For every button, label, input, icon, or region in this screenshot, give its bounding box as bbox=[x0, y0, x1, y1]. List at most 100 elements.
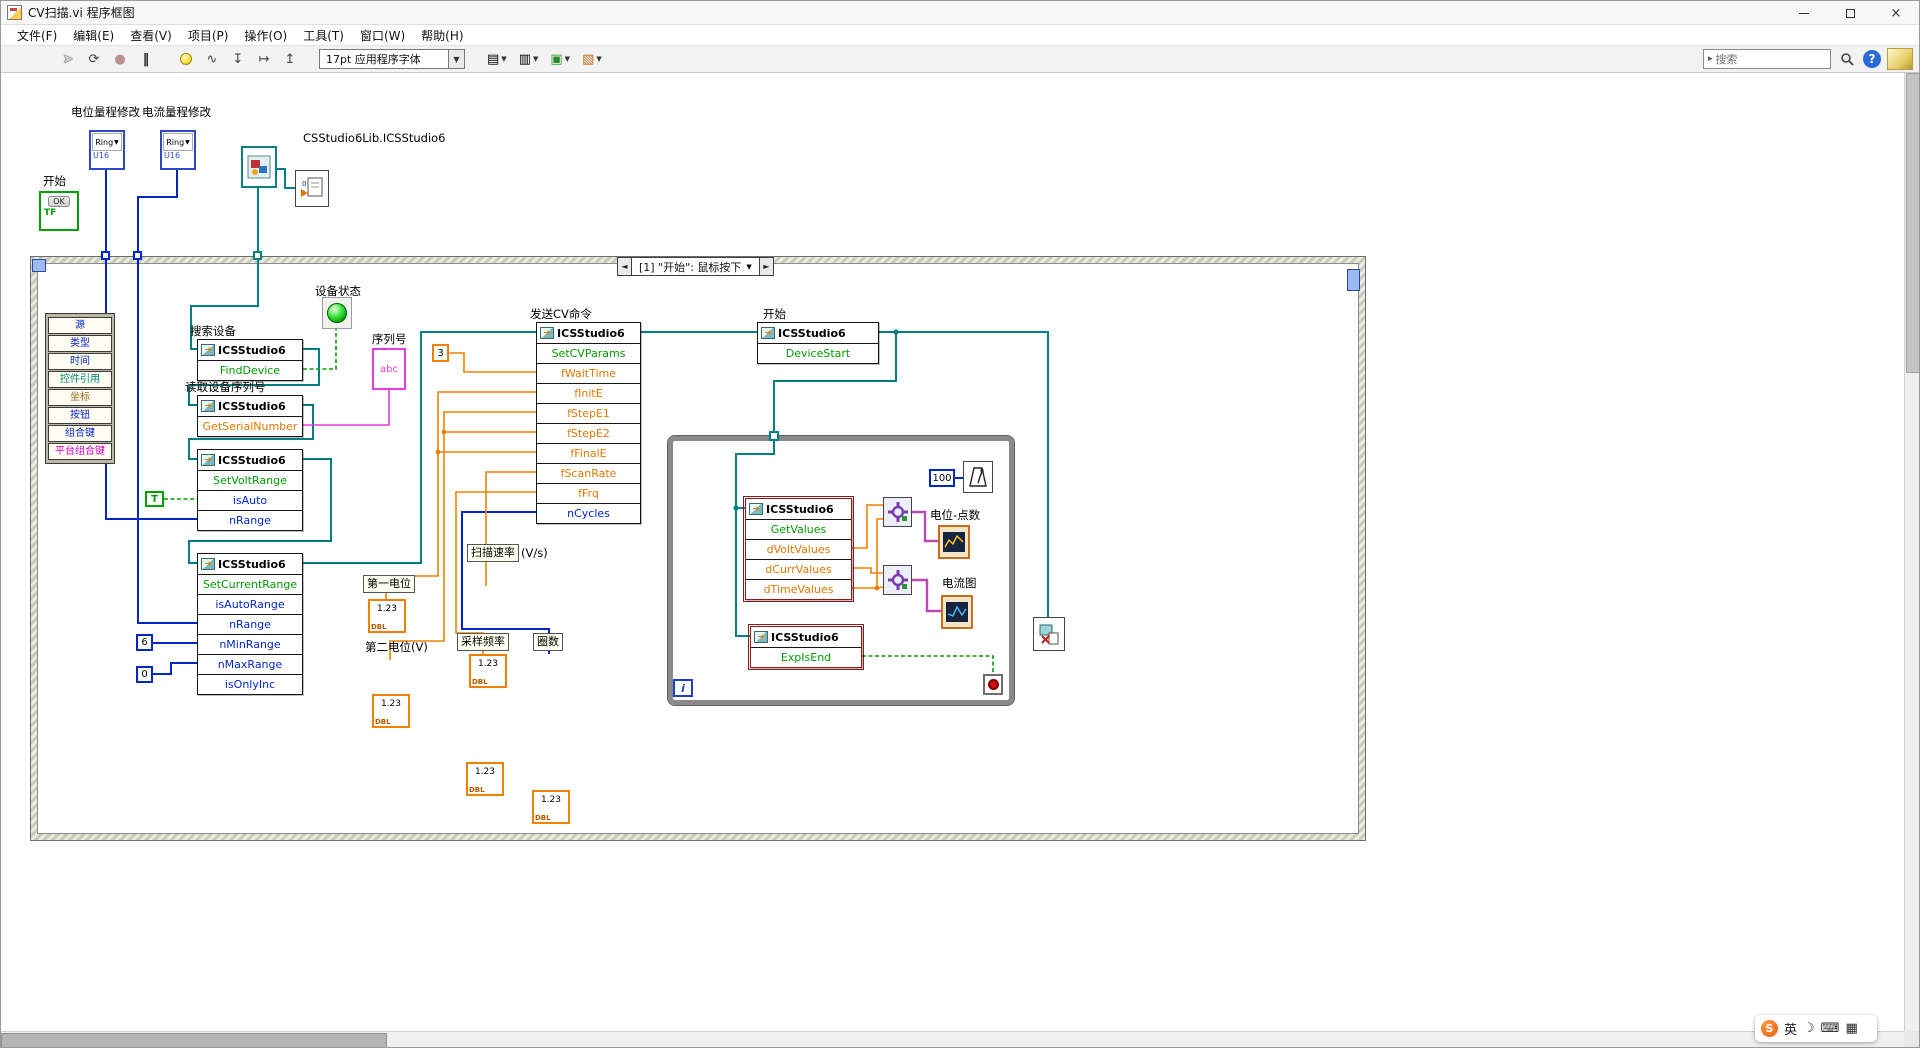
pot-range-ring-terminal[interactable]: Ring▼ U16 bbox=[89, 130, 125, 170]
ime-mode-indicator[interactable]: 英 bbox=[1784, 1019, 1797, 1038]
menu-view[interactable]: 查看(V) bbox=[122, 25, 180, 46]
sogou-logo-icon[interactable]: S bbox=[1761, 1020, 1778, 1037]
case-dropdown-icon[interactable]: ▼ bbox=[746, 263, 751, 271]
loop-iteration-terminal: i bbox=[673, 679, 693, 697]
maximize-button[interactable] bbox=[1827, 1, 1873, 25]
serial-string-indicator[interactable]: abc bbox=[372, 348, 406, 390]
constant-100[interactable]: 100 bbox=[929, 469, 955, 487]
icsstudio6-class-icon bbox=[540, 327, 554, 339]
vertical-scrollbar-thumb[interactable] bbox=[1906, 73, 1920, 373]
moon-icon[interactable]: ☽ bbox=[1803, 1021, 1815, 1036]
tunnel bbox=[101, 251, 110, 260]
chevron-down-icon: ▼ bbox=[533, 55, 538, 63]
menu-file[interactable]: 文件(F) bbox=[9, 25, 65, 46]
menu-operate[interactable]: 操作(O) bbox=[236, 25, 295, 46]
icsstudio6-refnum-terminal[interactable] bbox=[241, 146, 277, 188]
event-case-selector[interactable]: ◄ [1] "开始": 鼠标按下▼ ► bbox=[617, 257, 774, 276]
next-case-arrow[interactable]: ► bbox=[759, 257, 774, 276]
invoke-node-row: nRange bbox=[198, 614, 302, 634]
help-button[interactable]: ? bbox=[1863, 50, 1881, 68]
class-name: ICSStudio6 bbox=[218, 558, 286, 571]
invoke-node-find-device[interactable]: ICSStudio6 FindDevice bbox=[197, 339, 303, 381]
run-button[interactable]: ➤ bbox=[57, 48, 79, 70]
horizontal-scrollbar[interactable] bbox=[1, 1031, 1904, 1048]
invoke-node-exp-is-end[interactable]: ICSStudio6 ExpIsEnd bbox=[750, 626, 862, 668]
vi-icon bbox=[7, 5, 22, 20]
wait-ms-node[interactable] bbox=[963, 461, 993, 493]
waveform-chart-terminal[interactable] bbox=[938, 525, 970, 559]
menu-edit[interactable]: 编辑(E) bbox=[65, 25, 122, 46]
step-out-button[interactable]: ↥ bbox=[279, 48, 301, 70]
menu-project[interactable]: 项目(P) bbox=[180, 25, 237, 46]
vertical-scrollbar[interactable] bbox=[1904, 73, 1920, 1031]
toolbox-icon[interactable]: ▦ bbox=[1845, 1021, 1857, 1036]
run-continuous-button[interactable]: ⟳ bbox=[83, 48, 105, 70]
context-help-button[interactable] bbox=[1887, 48, 1913, 70]
invoke-node-row: fWaitTime bbox=[537, 363, 640, 383]
sample-freq-numeric-terminal[interactable]: 1.23 DBL bbox=[466, 762, 504, 796]
waveform-chart-terminal[interactable] bbox=[941, 595, 973, 629]
invoke-node-set-volt-range[interactable]: ICSStudio6 SetVoltRange isAuto nRange bbox=[197, 449, 303, 531]
stop-icon bbox=[988, 679, 999, 690]
event-data-node[interactable]: 源 类型 时间 控件引用 坐标 按钮 组合键 平台组合键 bbox=[45, 313, 115, 464]
second-e-numeric-terminal[interactable]: 1.23 DBL bbox=[372, 694, 410, 728]
block-diagram-canvas[interactable]: ◄ [1] "开始": 鼠标按下▼ ► bbox=[1, 73, 1904, 1031]
event-data-item: 时间 bbox=[48, 353, 112, 370]
menu-help[interactable]: 帮助(H) bbox=[413, 25, 471, 46]
menu-window[interactable]: 窗口(W) bbox=[352, 25, 413, 46]
align-icon: ▤ bbox=[487, 52, 499, 67]
type-label: U16 bbox=[163, 151, 193, 160]
invoke-node-get-values[interactable]: ICSStudio6 GetValues dVoltValues dCurrVa… bbox=[745, 498, 852, 600]
device-status-led[interactable] bbox=[322, 297, 352, 329]
invoke-node-device-start[interactable]: ICSStudio6 DeviceStart bbox=[757, 322, 879, 364]
distribute-objects-button[interactable]: ▥▼ bbox=[515, 48, 543, 70]
string-wires bbox=[303, 390, 389, 425]
resize-objects-button[interactable]: ▣▼ bbox=[546, 48, 574, 70]
search-input[interactable] bbox=[1716, 53, 1816, 66]
automation-open-node[interactable]: 0 bbox=[295, 170, 329, 207]
menu-tools[interactable]: 工具(T) bbox=[295, 25, 352, 46]
horizontal-scrollbar-thumb[interactable] bbox=[1, 1033, 387, 1048]
align-objects-button[interactable]: ▤▼ bbox=[483, 48, 511, 70]
ring-glyph: Ring bbox=[166, 138, 184, 147]
loop-condition-terminal[interactable] bbox=[983, 674, 1003, 695]
tunnel bbox=[769, 431, 779, 441]
keyboard-icon[interactable]: ⌨ bbox=[1821, 1021, 1840, 1036]
search-box[interactable]: ▸ bbox=[1703, 49, 1831, 69]
minimize-button[interactable] bbox=[1781, 1, 1827, 25]
invoke-node-set-current-range[interactable]: ICSStudio6 SetCurrentRange isAutoRange n… bbox=[197, 553, 303, 695]
int-constant-0[interactable]: 0 bbox=[136, 666, 153, 683]
invoke-node-row: fStepE1 bbox=[537, 403, 640, 423]
invoke-node-row: DeviceStart bbox=[758, 343, 878, 363]
build-xy-graph-node[interactable] bbox=[883, 497, 912, 527]
start-boolean-terminal[interactable]: OK TF bbox=[39, 191, 79, 231]
invoke-node-set-cv-params[interactable]: ICSStudio6 SetCVParams fWaitTime fInitE … bbox=[536, 322, 641, 524]
sample-freq-label: 采样频率 bbox=[457, 633, 509, 651]
highlight-execution-button[interactable] bbox=[175, 48, 197, 70]
close-button[interactable]: × bbox=[1873, 1, 1919, 25]
step-into-button[interactable]: ↧ bbox=[227, 48, 249, 70]
font-selector[interactable]: 17pt 应用程序字体 ▼ bbox=[319, 49, 465, 69]
build-xy-graph-node[interactable] bbox=[883, 565, 912, 595]
abort-button[interactable]: ● bbox=[109, 48, 131, 70]
cur-range-ring-terminal[interactable]: Ring▼ U16 bbox=[160, 130, 196, 170]
cycles-numeric-terminal[interactable]: 1.23 DBL bbox=[532, 790, 570, 824]
search-button[interactable] bbox=[1837, 49, 1857, 69]
cur-range-label: 电流量程修改 bbox=[142, 104, 211, 120]
boolean-true-constant[interactable]: T bbox=[145, 491, 164, 507]
pause-button[interactable]: ‖ bbox=[135, 48, 157, 70]
font-dropdown-icon[interactable]: ▼ bbox=[448, 50, 464, 68]
constant-3[interactable]: 3 bbox=[432, 344, 449, 362]
scan-rate-numeric-terminal[interactable]: 1.23 DBL bbox=[469, 654, 507, 688]
first-e-numeric-terminal[interactable]: 1.23 DBL bbox=[368, 599, 406, 633]
ime-toolbar[interactable]: S 英 ☽ ⌨ ▦ bbox=[1755, 1015, 1877, 1042]
icsstudio6-class-icon bbox=[201, 400, 215, 412]
retain-wire-values-button[interactable]: ∿ bbox=[201, 48, 223, 70]
reorder-objects-button[interactable]: ▧▼ bbox=[578, 48, 606, 70]
previous-case-arrow[interactable]: ◄ bbox=[617, 257, 632, 276]
invoke-node-get-serial[interactable]: ICSStudio6 GetSerialNumber bbox=[197, 395, 303, 437]
invoke-node-row: nMinRange bbox=[198, 634, 302, 654]
int-constant-6[interactable]: 6 bbox=[136, 634, 153, 651]
close-reference-node[interactable] bbox=[1033, 617, 1065, 651]
step-over-button[interactable]: ↦ bbox=[253, 48, 275, 70]
